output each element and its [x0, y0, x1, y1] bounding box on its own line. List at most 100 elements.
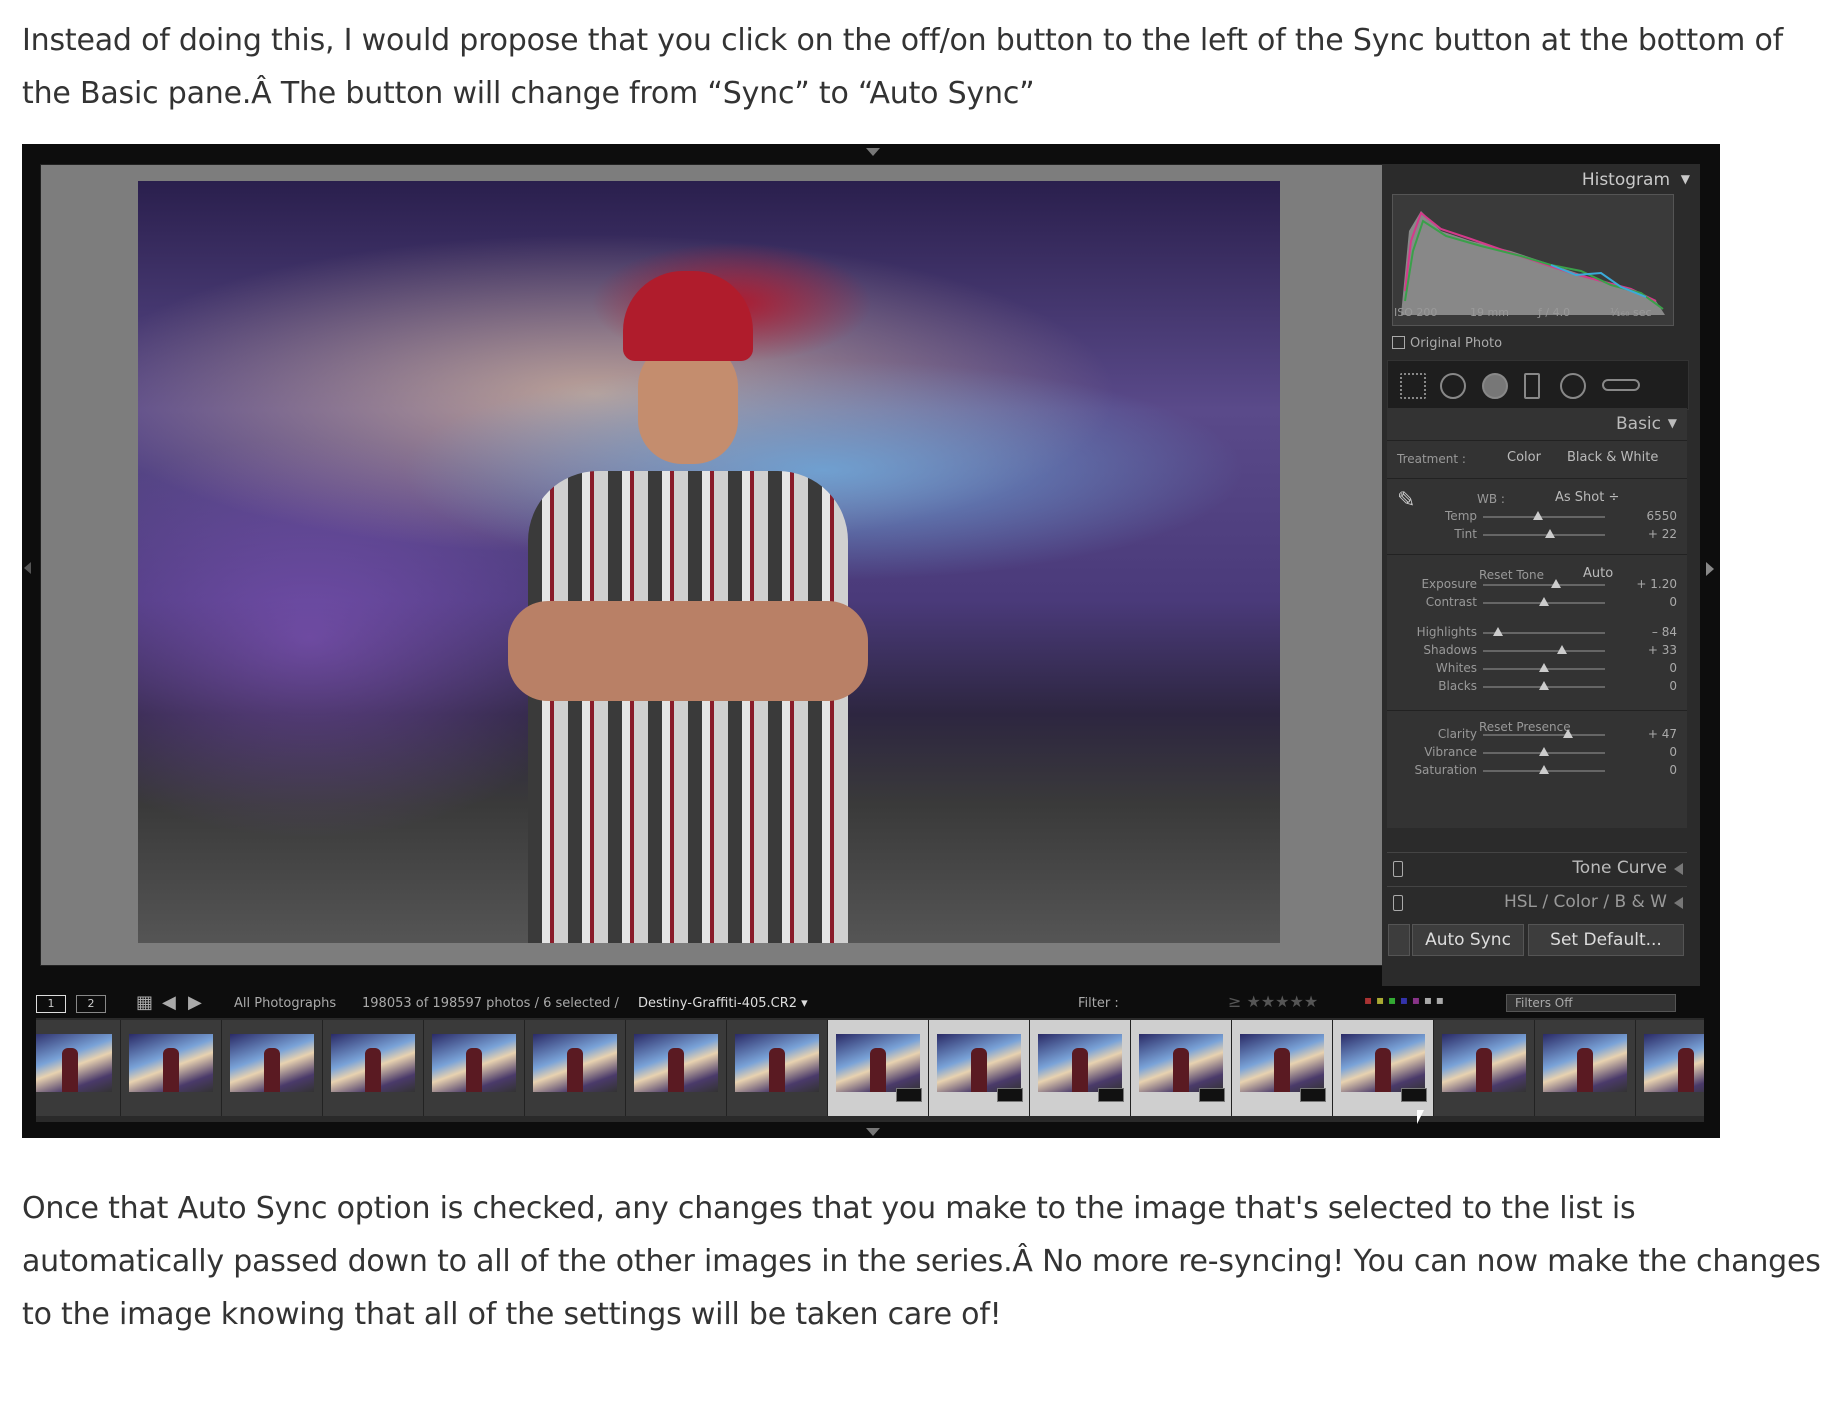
filmstrip-thumbnail[interactable] [424, 1020, 525, 1116]
tone-curve-expand-icon[interactable] [1674, 863, 1683, 875]
filmstrip-thumbnail[interactable] [1535, 1020, 1636, 1116]
hsl-expand-icon[interactable] [1674, 897, 1683, 909]
checkbox-icon[interactable] [1392, 336, 1405, 349]
histogram-title[interactable]: Histogram [1582, 170, 1670, 190]
thumbnail-image [1543, 1034, 1627, 1092]
subject-figure [508, 271, 868, 943]
adjustment-brush-icon[interactable] [1602, 379, 1640, 391]
exif-shutter: ¹⁄₁₆₀ sec [1610, 306, 1652, 319]
filmstrip-thumbnail[interactable] [828, 1020, 929, 1116]
slider-knob[interactable] [1539, 747, 1549, 756]
tone-curve-header[interactable]: Tone Curve [1387, 852, 1687, 883]
filters-off-select[interactable]: Filters Off [1506, 994, 1676, 1012]
slider-value[interactable]: 0 [1633, 679, 1677, 693]
slider-value[interactable]: + 47 [1633, 727, 1677, 741]
exif-aperture: ƒ / 4.0 [1538, 306, 1571, 319]
slider-track[interactable] [1483, 597, 1605, 606]
slider-knob[interactable] [1557, 645, 1568, 654]
slider-track[interactable] [1483, 747, 1605, 756]
slider-value[interactable]: 0 [1633, 745, 1677, 759]
reset-tone[interactable]: Reset Tone [1479, 568, 1544, 582]
slider-knob[interactable] [1492, 627, 1503, 636]
slider-track[interactable] [1483, 663, 1605, 672]
slider-value[interactable]: – 84 [1633, 625, 1677, 639]
thumbnail-image [36, 1034, 112, 1092]
filmstrip-thumbnail[interactable] [1636, 1020, 1704, 1116]
tone-curve-switch-icon[interactable] [1393, 861, 1403, 877]
filmstrip-thumbnail[interactable] [929, 1020, 1030, 1116]
slider-track[interactable] [1483, 729, 1605, 738]
histogram-collapse-icon[interactable]: ▼ [1681, 172, 1690, 186]
slider-track[interactable] [1483, 645, 1605, 654]
filmstrip[interactable] [36, 1018, 1704, 1122]
filmstrip-thumbnail[interactable] [626, 1020, 727, 1116]
filmstrip-thumbnail[interactable] [727, 1020, 828, 1116]
source-label[interactable]: All Photographs [234, 996, 336, 1011]
filmstrip-thumbnail[interactable] [1434, 1020, 1535, 1116]
slider-value[interactable]: 0 [1633, 595, 1677, 609]
slider-track[interactable] [1483, 529, 1605, 538]
slider-knob[interactable] [1539, 663, 1549, 672]
photo-count: 198053 of 198597 photos / 6 selected / [362, 996, 619, 1011]
color-label-filter-icon[interactable]: ▪ ▪ ▪ ▪ ▪ ▪ ▪ [1364, 993, 1444, 1007]
spot-removal-icon[interactable] [1440, 373, 1466, 399]
red-eye-icon[interactable] [1482, 373, 1508, 399]
grid-icon[interactable]: ▦ [136, 992, 153, 1013]
graduated-filter-icon[interactable] [1524, 373, 1540, 399]
slider-knob[interactable] [1563, 729, 1574, 738]
slider-value[interactable]: + 22 [1633, 527, 1677, 541]
slider-track[interactable] [1483, 681, 1605, 690]
filmstrip-thumbnail[interactable] [222, 1020, 323, 1116]
slider-knob[interactable] [1551, 579, 1562, 588]
filmstrip-thumbnail[interactable] [121, 1020, 222, 1116]
star-rating-filter-icon[interactable]: ≥ ★★★★★ [1228, 992, 1318, 1011]
left-panel-toggle-icon[interactable] [24, 562, 31, 574]
forward-arrow-icon[interactable]: ▶ [188, 992, 202, 1013]
sync-toggle-switch[interactable] [1388, 924, 1410, 956]
slider-knob[interactable] [1539, 765, 1549, 774]
slider-track[interactable] [1483, 627, 1605, 636]
set-default-button[interactable]: Set Default... [1528, 924, 1684, 956]
slider-track[interactable] [1483, 579, 1605, 588]
filename-dropdown[interactable]: Destiny-Graffiti-405.CR2 ▾ [638, 996, 808, 1011]
slider-value[interactable]: 0 [1633, 763, 1677, 777]
back-arrow-icon[interactable]: ◀ [162, 992, 176, 1013]
slider-value[interactable]: 0 [1633, 661, 1677, 675]
loupe-view[interactable] [40, 164, 1398, 966]
second-window-button[interactable]: 2 [76, 995, 106, 1013]
right-panel-toggle-icon[interactable] [1706, 562, 1714, 576]
top-panel-toggle-icon[interactable] [866, 148, 880, 156]
slider-track[interactable] [1483, 765, 1605, 774]
auto-sync-button[interactable]: Auto Sync [1412, 924, 1524, 956]
radial-filter-icon[interactable] [1560, 373, 1586, 399]
slider-knob[interactable] [1539, 681, 1549, 690]
hsl-header[interactable]: HSL / Color / B & W [1387, 886, 1687, 917]
wb-select[interactable]: As Shot ÷ [1555, 490, 1619, 505]
basic-collapse-icon[interactable]: ▼ [1668, 416, 1677, 430]
slider-knob[interactable] [1539, 597, 1549, 606]
bottom-panel-toggle-icon[interactable] [866, 1128, 880, 1136]
slider-value[interactable]: + 1.20 [1633, 577, 1677, 591]
filmstrip-thumbnail[interactable] [1131, 1020, 1232, 1116]
basic-title[interactable]: Basic [1616, 414, 1661, 434]
auto-tone-button[interactable]: Auto [1583, 566, 1613, 581]
slider-label: Shadows [1423, 643, 1477, 657]
main-window-button[interactable]: 1 [36, 995, 66, 1013]
slider-value[interactable]: + 33 [1633, 643, 1677, 657]
treatment-color[interactable]: Color [1507, 450, 1541, 465]
slider-track[interactable] [1483, 511, 1605, 520]
filmstrip-thumbnail[interactable] [1333, 1020, 1434, 1116]
reset-presence[interactable]: Reset Presence [1479, 720, 1571, 734]
filmstrip-thumbnail[interactable] [36, 1020, 121, 1116]
hsl-switch-icon[interactable] [1393, 895, 1403, 911]
original-photo-checkbox[interactable]: Original Photo [1392, 336, 1502, 351]
slider-knob[interactable] [1532, 511, 1543, 520]
filmstrip-thumbnail[interactable] [1030, 1020, 1131, 1116]
crop-tool-icon[interactable] [1400, 373, 1426, 399]
filmstrip-thumbnail[interactable] [1232, 1020, 1333, 1116]
filmstrip-thumbnail[interactable] [323, 1020, 424, 1116]
treatment-bw[interactable]: Black & White [1567, 450, 1658, 465]
slider-knob[interactable] [1545, 529, 1556, 538]
slider-value[interactable]: 6550 [1633, 509, 1677, 523]
filmstrip-thumbnail[interactable] [525, 1020, 626, 1116]
